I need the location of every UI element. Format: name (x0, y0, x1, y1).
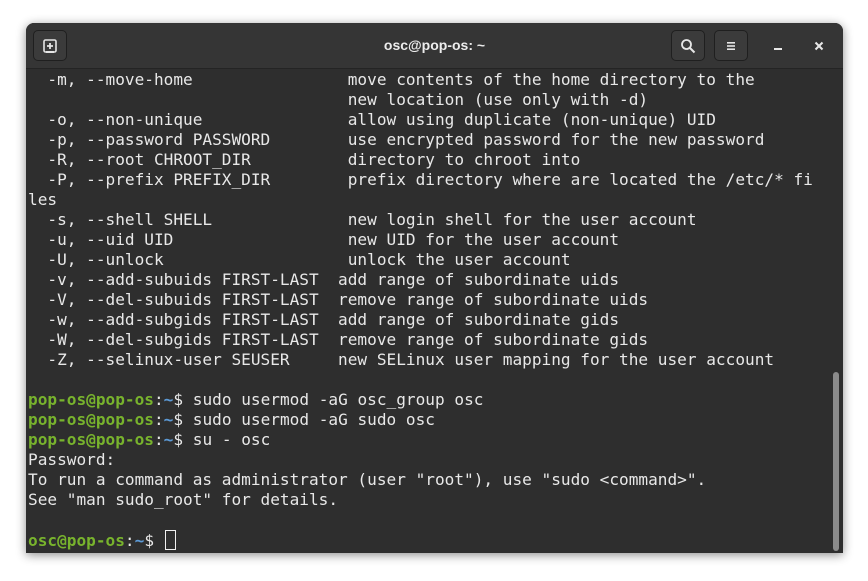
scrollbar-thumb[interactable] (833, 372, 839, 551)
help-line: -w, --add-subgids FIRST-LAST add range o… (28, 310, 620, 329)
help-line: -W, --del-subgids FIRST-LAST remove rang… (28, 330, 649, 349)
help-line: -v, --add-subuids FIRST-LAST add range o… (28, 270, 620, 289)
close-icon (814, 41, 824, 51)
help-line: -u, --uid UID new UID for the user accou… (28, 230, 620, 249)
help-line: new location (use only with -d) (28, 90, 649, 109)
prompt-user-host: pop-os@pop-os (28, 390, 154, 409)
prompt-user-host: pop-os@pop-os (28, 410, 154, 429)
prompt-user-host: osc@pop-os (28, 531, 125, 550)
help-line: les (28, 190, 58, 209)
prompt-path: ~ (134, 531, 145, 550)
close-button[interactable] (807, 34, 831, 58)
output-line: Password: (28, 450, 116, 469)
help-line: -s, --shell SHELL new login shell for th… (28, 210, 697, 229)
command-text: su - osc (192, 430, 271, 449)
help-line: -U, --unlock unlock the user account (28, 250, 571, 269)
prompt-separator: : (124, 531, 135, 550)
help-line: -p, --password PASSWORD use encrypted pa… (28, 130, 765, 149)
minimize-icon (774, 48, 782, 50)
help-line: -P, --prefix PREFIX_DIR prefix directory… (28, 170, 813, 189)
terminal-output[interactable]: -m, --move-home move contents of the hom… (26, 69, 826, 553)
help-line: -V, --del-subuids FIRST-LAST remove rang… (28, 290, 649, 309)
search-icon (681, 38, 696, 53)
help-line: -R, --root CHROOT_DIR directory to chroo… (28, 150, 581, 169)
search-button[interactable] (671, 30, 705, 61)
hamburger-menu-icon (727, 41, 735, 50)
output-line: See "man sudo_root" for details. (28, 490, 339, 509)
prompt-separator: : (153, 390, 164, 409)
prompt-symbol: $ (173, 410, 193, 429)
prompt-symbol: $ (144, 531, 164, 550)
output-line: To run a command as administrator (user … (28, 470, 707, 489)
help-line: -m, --move-home move contents of the hom… (28, 70, 755, 89)
command-text: sudo usermod -aG sudo osc (192, 410, 435, 429)
prompt-symbol: $ (173, 430, 193, 449)
command-line: pop-os@pop-os:~$ sudo usermod -aG sudo o… (28, 410, 826, 430)
prompt-separator: : (153, 430, 164, 449)
help-line: -Z, --selinux-user SEUSER new SELinux us… (28, 350, 775, 369)
menu-button[interactable] (714, 30, 748, 61)
prompt-path: ~ (163, 410, 174, 429)
active-prompt-line[interactable]: osc@pop-os:~$ (28, 530, 826, 550)
prompt-user-host: pop-os@pop-os (28, 430, 154, 449)
help-line: -o, --non-unique allow using duplicate (… (28, 110, 716, 129)
text-cursor (164, 530, 176, 550)
command-line: pop-os@pop-os:~$ su - osc (28, 430, 826, 450)
command-line: pop-os@pop-os:~$ sudo usermod -aG osc_gr… (28, 390, 826, 410)
minimize-button[interactable] (766, 34, 790, 58)
header-bar: osc@pop-os: ~ (26, 23, 843, 69)
prompt-separator: : (153, 410, 164, 429)
command-text: sudo usermod -aG osc_group osc (192, 390, 484, 409)
prompt-path: ~ (163, 430, 174, 449)
terminal-window: osc@pop-os: ~ -m, --move-home move conte… (26, 23, 843, 553)
prompt-path: ~ (163, 390, 174, 409)
prompt-symbol: $ (173, 390, 193, 409)
